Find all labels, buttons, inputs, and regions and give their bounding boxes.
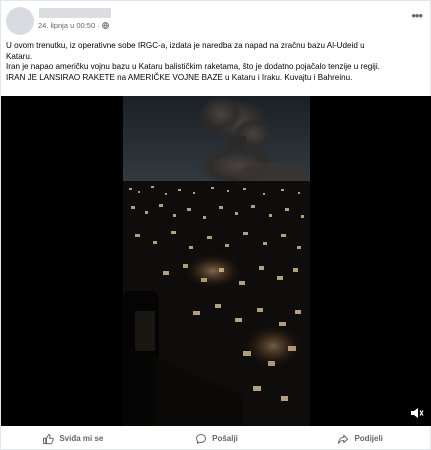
like-button[interactable]: Sviđa mi se — [1, 433, 145, 445]
globe-icon[interactable] — [101, 22, 109, 29]
more-options-icon[interactable]: ••• — [411, 9, 423, 22]
like-label: Sviđa mi se — [59, 434, 104, 443]
comment-label: Pošalji — [212, 434, 238, 443]
post-text: U ovom trenutku, iz operativne sobe IRGC… — [6, 41, 426, 83]
post-text-line: Kataru. — [6, 51, 33, 61]
post-timestamp[interactable]: 24. lipnja u 00:50 — [38, 21, 95, 30]
post-text-line: Iran je napao američku vojnu bazu u Kata… — [6, 62, 380, 71]
share-label: Podijeli — [354, 434, 383, 443]
post-text-line: U ovom trenutku, iz operativne sobe IRGC… — [6, 41, 365, 50]
author-name-redacted[interactable] — [39, 8, 111, 18]
facebook-post: 24. lipnja u 00:50 · ••• U ovom trenutku… — [0, 0, 431, 450]
speaker-muted-icon[interactable] — [410, 406, 424, 418]
video-scene-image — [123, 96, 310, 426]
video-frame[interactable] — [123, 96, 310, 426]
avatar[interactable] — [6, 7, 34, 35]
comment-bubble-icon — [196, 433, 207, 444]
post-actions-bar: Sviđa mi se Pošalji Podijeli — [1, 426, 431, 450]
thumbs-up-icon — [43, 433, 55, 444]
post-header: 24. lipnja u 00:50 · ••• — [1, 1, 431, 39]
share-arrow-icon — [338, 434, 349, 444]
post-meta: 24. lipnja u 00:50 · — [38, 21, 109, 30]
video-player[interactable] — [1, 96, 431, 426]
post-text-line: IRAN JE LANSIRAO RAKETE na AMERIČKE VOJN… — [6, 72, 353, 82]
share-button[interactable]: Podijeli — [288, 433, 431, 445]
meta-separator: · — [97, 21, 100, 30]
comment-button[interactable]: Pošalji — [145, 433, 289, 445]
